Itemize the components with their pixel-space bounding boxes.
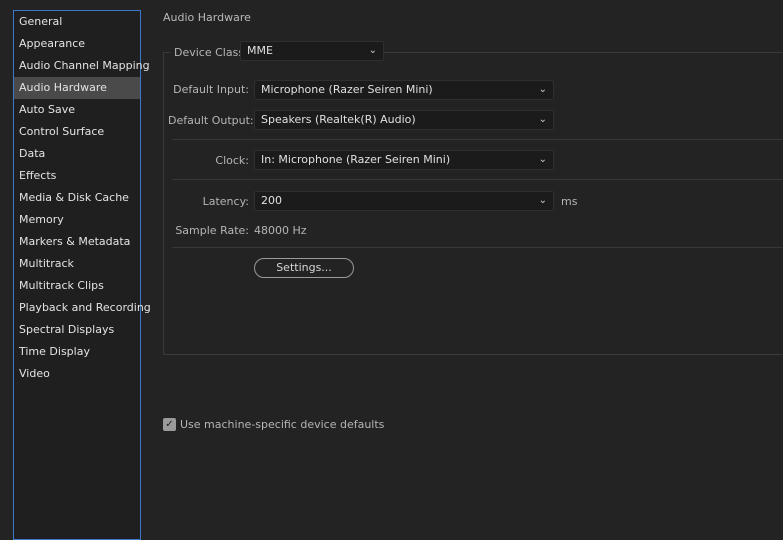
latency-label: Latency: [202,195,249,208]
divider [172,179,783,180]
sidebar-item-multitrack-clips[interactable]: Multitrack Clips [14,275,140,297]
default-input-value: Microphone (Razer Seiren Mini) [261,83,433,96]
sidebar-item-effects[interactable]: Effects [14,165,140,187]
latency-value: 200 [261,194,282,207]
preferences-sidebar: General Appearance Audio Channel Mapping… [13,10,151,540]
sidebar-item-markers-metadata[interactable]: Markers & Metadata [14,231,140,253]
device-class-label: Device Class: [174,45,248,59]
device-class-value: MME [247,44,273,57]
sidebar-item-memory[interactable]: Memory [14,209,140,231]
sidebar-item-time-display[interactable]: Time Display [14,341,140,363]
latency-dropdown[interactable]: 200 ⌄ [254,191,554,211]
default-output-dropdown[interactable]: Speakers (Realtek(R) Audio) ⌄ [254,110,554,130]
default-output-label: Default Output: [168,114,254,127]
default-input-dropdown[interactable]: Microphone (Razer Seiren Mini) ⌄ [254,80,554,100]
sidebar-item-spectral-displays[interactable]: Spectral Displays [14,319,140,341]
sidebar-item-auto-save[interactable]: Auto Save [14,99,140,121]
sidebar-item-media-disk-cache[interactable]: Media & Disk Cache [14,187,140,209]
sidebar-item-playback-recording[interactable]: Playback and Recording [14,297,151,319]
machine-defaults-checkbox[interactable]: ✓ [163,418,176,431]
sidebar-item-general[interactable]: General [14,11,140,33]
default-output-value: Speakers (Realtek(R) Audio) [261,113,416,126]
chevron-down-icon: ⌄ [538,195,547,206]
clock-dropdown[interactable]: In: Microphone (Razer Seiren Mini) ⌄ [254,150,554,170]
device-class-dropdown[interactable]: MME ⌄ [240,41,384,61]
checkmark-icon: ✓ [165,419,174,430]
divider [172,139,783,140]
clock-label: Clock: [215,154,249,167]
machine-defaults-row: ✓ Use machine-specific device defaults [163,418,384,431]
latency-unit: ms [561,195,578,208]
chevron-down-icon: ⌄ [538,154,547,165]
sidebar-item-data[interactable]: Data [14,143,140,165]
settings-button[interactable]: Settings... [254,258,354,278]
machine-defaults-label[interactable]: Use machine-specific device defaults [180,418,384,431]
clock-value: In: Microphone (Razer Seiren Mini) [261,153,451,166]
sidebar-item-multitrack[interactable]: Multitrack [14,253,140,275]
default-input-label: Default Input: [173,83,249,96]
chevron-down-icon: ⌄ [538,84,547,95]
sample-rate-label: Sample Rate: [175,224,249,237]
sidebar-item-video[interactable]: Video [14,363,140,385]
sidebar-item-audio-hardware[interactable]: Audio Hardware [14,77,140,99]
sample-rate-value: 48000 Hz [254,224,307,237]
sidebar-item-control-surface[interactable]: Control Surface [14,121,140,143]
sidebar-item-audio-channel-mapping[interactable]: Audio Channel Mapping [14,55,150,77]
sidebar-item-appearance[interactable]: Appearance [14,33,140,55]
chevron-down-icon: ⌄ [538,114,547,125]
chevron-down-icon: ⌄ [368,45,377,56]
divider [172,247,783,248]
section-title: Audio Hardware [163,11,251,24]
